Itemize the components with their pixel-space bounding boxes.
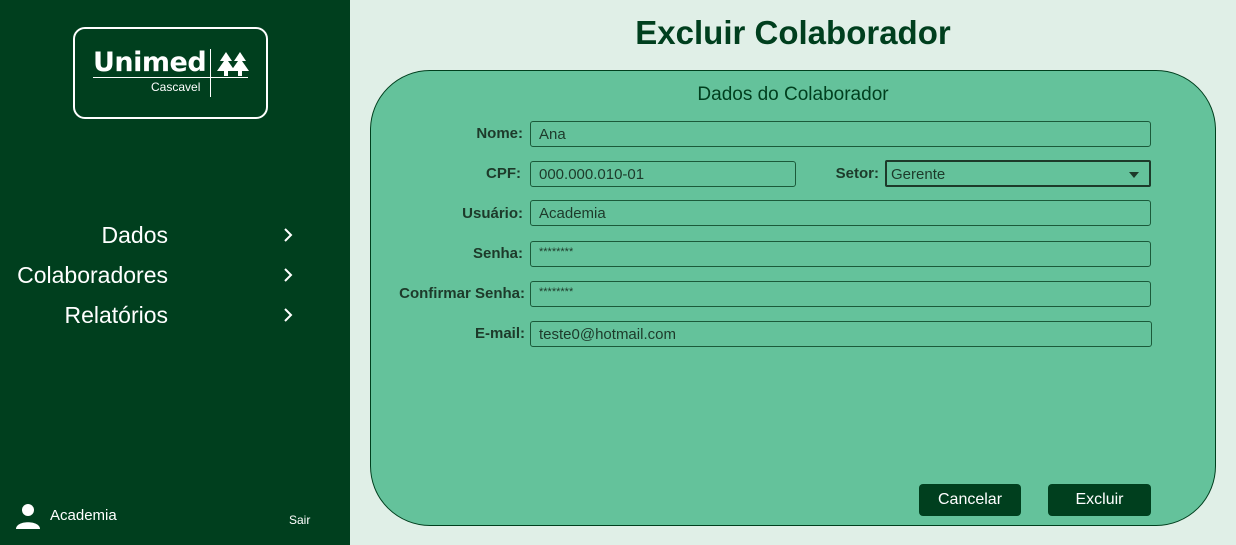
sidebar-item-label: Relatórios <box>64 302 168 328</box>
senha-label: Senha: <box>472 245 523 262</box>
user-panel: Academia Sair <box>16 503 336 531</box>
nome-label: Nome: <box>476 125 523 142</box>
cancel-button[interactable]: Cancelar <box>919 484 1021 516</box>
usuario-label: Usuário: <box>462 205 523 222</box>
logo-subtitle: Cascavel <box>151 80 201 94</box>
usuario-field[interactable]: Academia <box>530 200 1151 226</box>
sidebar: Unimed Cascavel Dados Colaboradores Rela… <box>0 0 350 545</box>
chevron-right-icon <box>284 268 293 282</box>
unimed-logo: Unimed Cascavel <box>73 27 268 119</box>
email-label: E-mail: <box>474 325 525 342</box>
cpf-label: CPF: <box>486 165 521 182</box>
logo-wordmark: Unimed <box>93 47 207 78</box>
sidebar-item-colaboradores[interactable]: Colaboradores <box>0 258 350 298</box>
caret-down-icon <box>1129 172 1139 178</box>
setor-selected-value: Gerente <box>891 166 946 183</box>
cpf-field[interactable]: 000.000.010-01 <box>530 161 796 187</box>
confirmar-senha-field[interactable]: ******** <box>530 281 1151 307</box>
sidebar-item-label: Dados <box>101 222 168 248</box>
sidebar-nav: Dados Colaboradores Relatórios <box>0 218 350 338</box>
logo-separator <box>210 49 211 97</box>
unimed-tree-icon <box>217 52 249 76</box>
page-title: Excluir Colaborador <box>635 14 951 51</box>
chevron-right-icon <box>284 228 293 242</box>
logo-underline <box>93 77 248 78</box>
setor-select[interactable]: Gerente <box>885 160 1151 187</box>
sidebar-item-relatorios[interactable]: Relatórios <box>0 298 350 338</box>
sidebar-item-dados[interactable]: Dados <box>0 218 350 258</box>
user-icon <box>16 504 40 529</box>
confirmar-senha-label: Confirmar Senha: <box>399 285 525 302</box>
nome-field[interactable]: Ana <box>530 121 1151 147</box>
chevron-right-icon <box>284 308 293 322</box>
sidebar-item-label: Colaboradores <box>17 262 168 288</box>
logout-link[interactable]: Sair <box>289 513 310 527</box>
card-title: Dados do Colaborador <box>697 84 889 105</box>
delete-button[interactable]: Excluir <box>1048 484 1151 516</box>
employee-form-card: Dados do Colaborador Nome: Ana CPF: 000.… <box>370 70 1216 526</box>
setor-label: Setor: <box>835 165 879 182</box>
senha-field[interactable]: ******** <box>530 241 1151 267</box>
email-field[interactable]: teste0@hotmail.com <box>530 321 1152 347</box>
user-name: Academia <box>50 507 117 524</box>
